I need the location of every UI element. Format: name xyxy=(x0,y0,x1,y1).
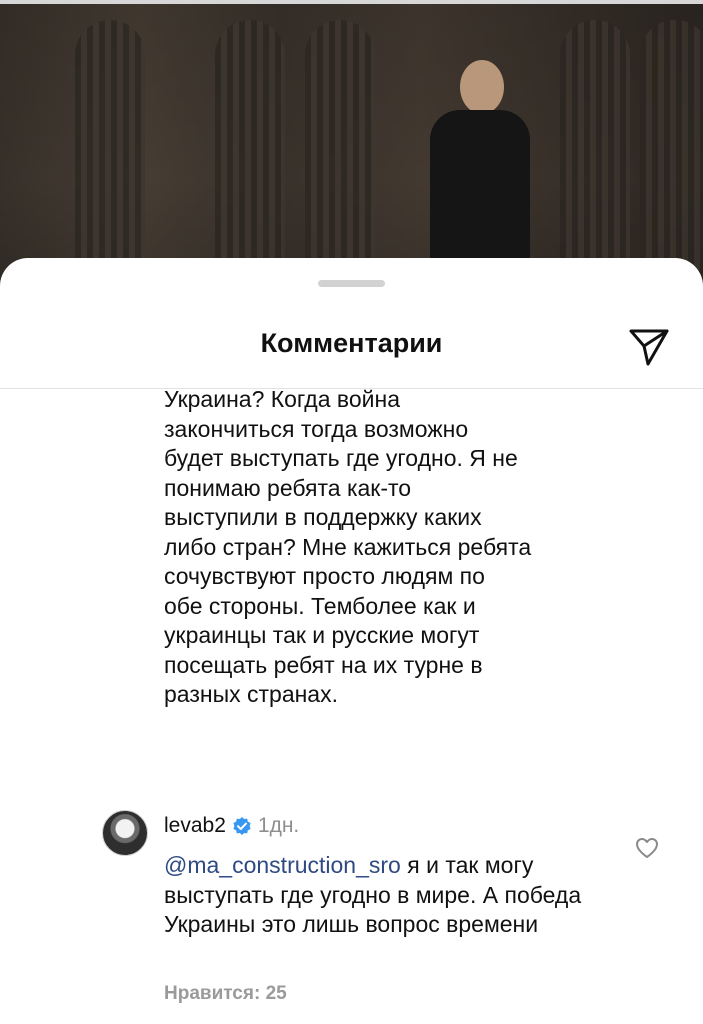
app-root: Комментарии Украина? Когда война закончи… xyxy=(0,0,703,1024)
like-button[interactable] xyxy=(632,834,662,862)
sheet-title: Комментарии xyxy=(260,328,443,358)
sheet-header: Комментарии xyxy=(0,318,703,389)
cathedral-window xyxy=(215,20,285,270)
status-strip xyxy=(0,0,703,4)
comments-sheet: Комментарии Украина? Когда война закончи… xyxy=(0,258,703,1024)
comment-text: @ma_construction_sro я и так могу выступ… xyxy=(164,851,624,940)
background-photo xyxy=(0,0,703,300)
likes-count[interactable]: Нравится: 25 xyxy=(164,983,287,1005)
cathedral-window xyxy=(560,20,630,270)
comment-meta: levab2 1дн. xyxy=(164,812,299,840)
mention-link[interactable]: @ma_construction_sro xyxy=(164,852,401,878)
share-button[interactable] xyxy=(626,324,672,370)
heart-outline-icon xyxy=(636,838,658,858)
comment-text-continued: Украина? Когда война закончиться тогда в… xyxy=(164,386,532,707)
comment-item: levab2 1дн. @ma_construction_sro я и так… xyxy=(0,810,703,1024)
photo-person xyxy=(425,60,535,280)
comment-username[interactable]: levab2 xyxy=(164,814,226,838)
avatar[interactable] xyxy=(102,810,148,856)
verified-badge-icon xyxy=(232,816,252,836)
sheet-grabber[interactable] xyxy=(318,280,385,287)
comment-time: 1дн. xyxy=(257,814,300,837)
paper-plane-icon xyxy=(629,329,669,366)
cathedral-window xyxy=(75,20,145,270)
cathedral-window xyxy=(305,20,375,270)
cathedral-window xyxy=(640,20,703,270)
